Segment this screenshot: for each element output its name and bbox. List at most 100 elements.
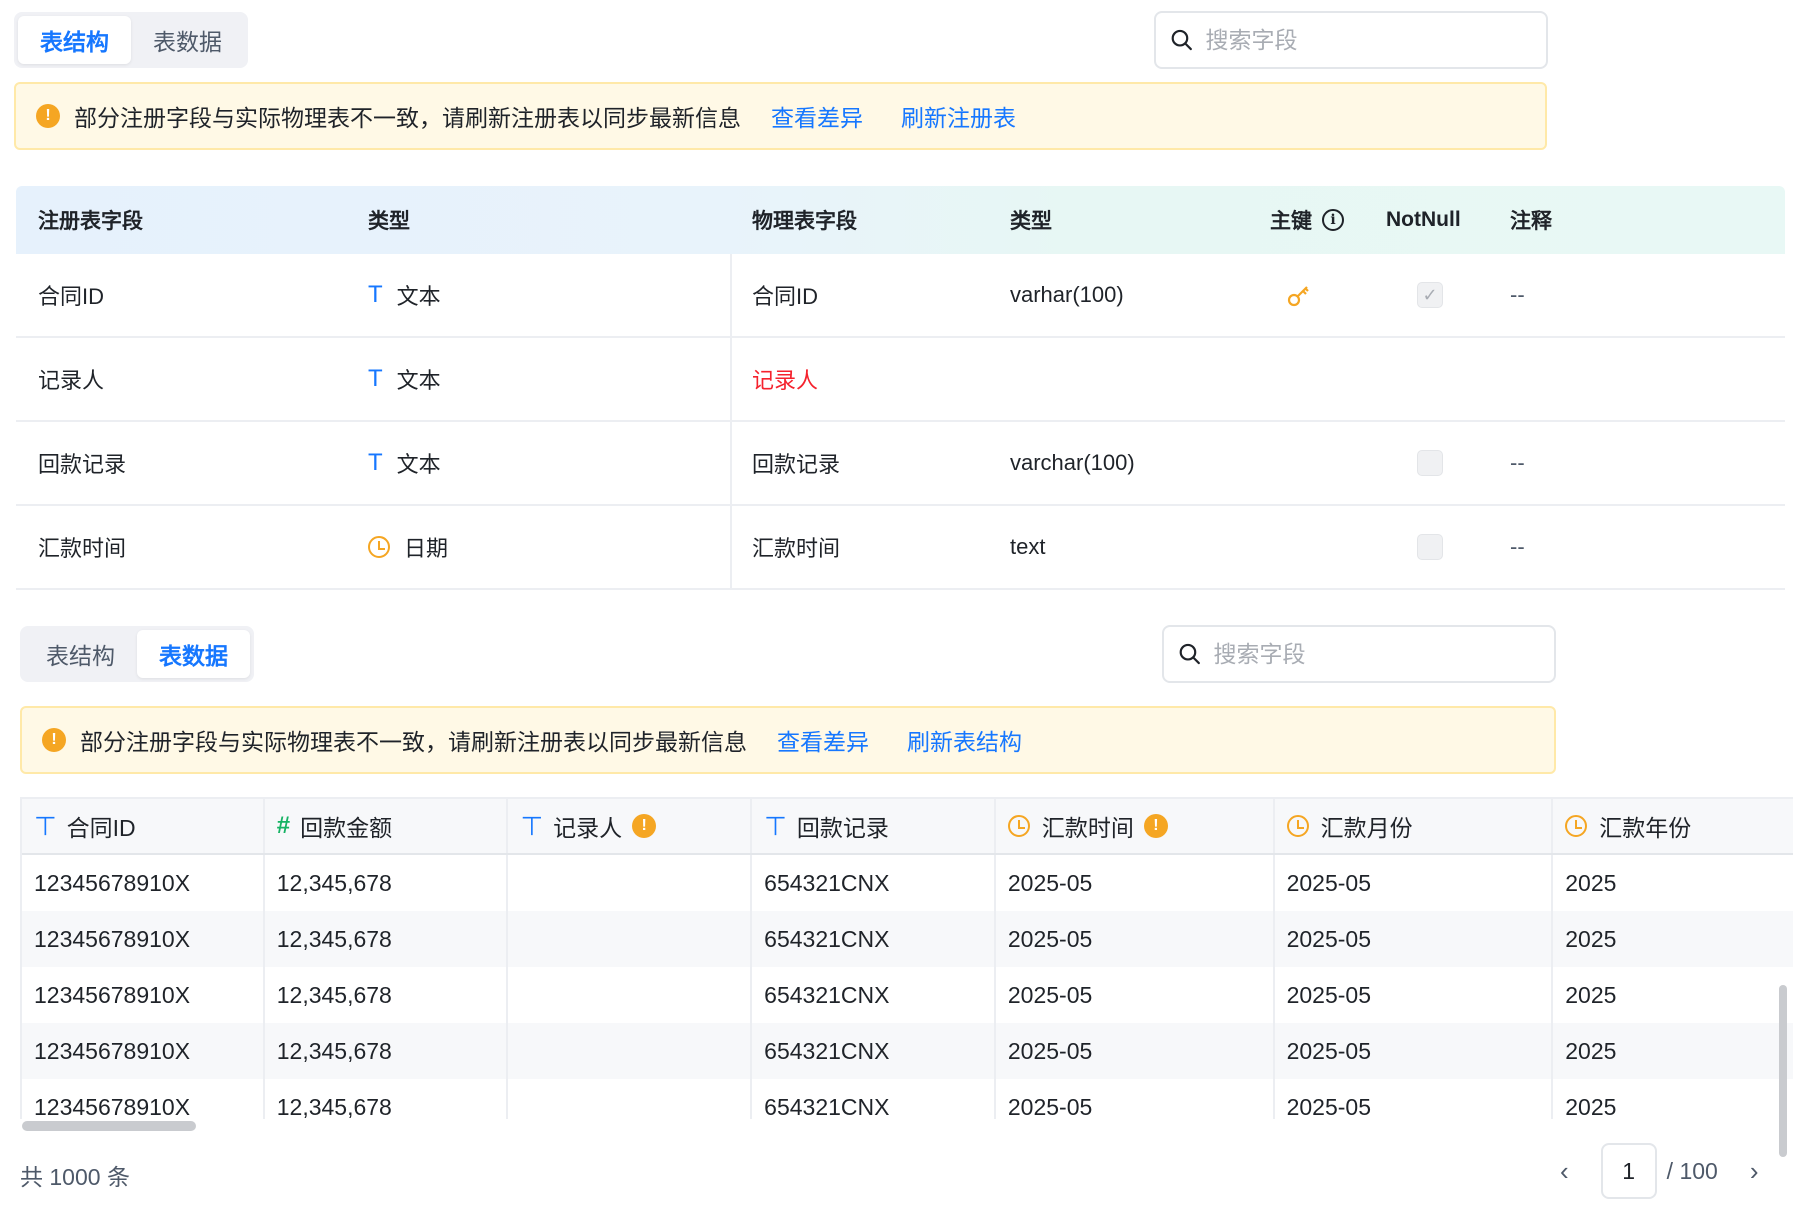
table-cell: 654321CNX	[752, 855, 996, 911]
warning-icon: !	[42, 728, 66, 752]
data-table: ⊤ 合同ID # 回款金额 ⊤ 记录人! ⊤ 回款记录 汇款时间! 汇款月份 汇款年份 …	[20, 797, 1793, 1119]
table-cell: 2025-05	[1275, 911, 1554, 967]
tab-data[interactable]: 表数据	[131, 16, 244, 64]
clock-icon	[1565, 815, 1588, 837]
notnull-checkbox[interactable]	[1417, 534, 1443, 560]
phys-type: varchar(100)	[1010, 450, 1135, 475]
column-header[interactable]: 汇款时间!	[996, 799, 1275, 853]
header-primary-key: 主键 i	[1270, 205, 1344, 235]
bottom-warning-alert: ! 部分注册字段与实际物理表不一致，请刷新注册表以同步最新信息 查看差异 刷新表…	[20, 706, 1556, 774]
text-icon: ⊤	[764, 810, 787, 841]
table-cell	[508, 1023, 753, 1079]
reg-field: 汇款时间	[38, 536, 127, 561]
table-cell: 2025	[1565, 869, 1617, 896]
bottom-tab-switch: 表结构 表数据	[20, 626, 254, 682]
column-label: 汇款时间	[1041, 815, 1134, 841]
total-count: 共 1000 条	[20, 1164, 130, 1190]
type-label: 文本	[396, 452, 441, 477]
reg-type: T 文本	[368, 363, 441, 395]
info-icon[interactable]: i	[1322, 209, 1344, 231]
comment: --	[1510, 450, 1525, 475]
column-header[interactable]: ⊤ 合同ID	[22, 799, 265, 853]
table-cell: 2025-05	[1275, 1023, 1554, 1079]
prev-page-button[interactable]: ‹	[1550, 1156, 1579, 1187]
warning-icon[interactable]: !	[632, 814, 657, 838]
table-cell: 12345678910X	[22, 967, 265, 1023]
table-row: 12345678910X 12,345,678 654321CNX 2025-0…	[22, 855, 1793, 911]
column-label: 回款金额	[300, 815, 393, 841]
top-search-input[interactable]	[1205, 26, 1546, 54]
column-header[interactable]: 汇款年份	[1553, 799, 1793, 853]
table-cell: 12345678910X	[22, 911, 265, 967]
column-header[interactable]: # 回款金额	[265, 799, 509, 853]
refresh-registry-link[interactable]: 刷新注册表	[901, 99, 1016, 133]
table-cell: 2025-05	[996, 967, 1275, 1023]
primary-key-cell	[1286, 282, 1312, 308]
warning-icon[interactable]: !	[1143, 814, 1168, 838]
column-label: 回款记录	[796, 815, 889, 841]
table-cell: 2025	[1565, 1093, 1617, 1120]
column-label: 汇款年份	[1599, 815, 1692, 841]
tab-structure[interactable]: 表结构	[18, 16, 131, 64]
view-diff-link[interactable]: 查看差异	[777, 723, 869, 757]
page-number-input[interactable]: 1	[1600, 1143, 1657, 1199]
table-cell: 2025-05	[996, 1023, 1275, 1079]
column-label: 合同ID	[66, 815, 136, 841]
search-icon	[1179, 643, 1200, 665]
pagination: ‹ 1 / 100 ›	[1550, 1143, 1769, 1199]
reg-field: 回款记录	[38, 452, 127, 477]
table-cell: 2025-05	[1275, 855, 1554, 911]
structure-table-header: 注册表字段 类型 物理表字段 类型 主键 i NotNull 注释	[16, 186, 1785, 254]
next-page-button[interactable]: ›	[1740, 1156, 1769, 1187]
tab-data[interactable]: 表数据	[137, 630, 250, 678]
phys-type: varhar(100)	[1010, 282, 1124, 307]
notnull-checkbox-checked[interactable]: ✓	[1417, 282, 1443, 308]
notnull-checkbox[interactable]	[1417, 450, 1443, 476]
top-tab-switch: 表结构 表数据	[14, 12, 248, 68]
table-cell: 2025	[1565, 981, 1617, 1008]
refresh-structure-link[interactable]: 刷新表结构	[907, 723, 1022, 757]
column-header[interactable]: 汇款月份	[1275, 799, 1554, 853]
column-header[interactable]: ⊤ 回款记录	[752, 799, 996, 853]
header-reg-type: 类型	[368, 210, 410, 233]
horizontal-scrollbar[interactable]	[22, 1121, 196, 1131]
text-type-icon: T	[368, 281, 383, 308]
table-cell: 12,345,678	[265, 1079, 509, 1119]
comment: --	[1510, 282, 1525, 307]
table-row: 合同ID T 文本 合同ID varhar(100) ✓ --	[16, 254, 1785, 338]
reg-field: 合同ID	[38, 284, 105, 309]
bottom-search-input[interactable]	[1213, 640, 1554, 668]
alert-message: 部分注册字段与实际物理表不一致，请刷新注册表以同步最新信息	[74, 105, 741, 131]
table-cell: 12,345,678	[265, 855, 509, 911]
column-label: 汇款月份	[1320, 815, 1413, 841]
warning-icon: !	[36, 104, 60, 128]
text-type-icon: T	[368, 449, 383, 476]
view-diff-link[interactable]: 查看差异	[771, 99, 863, 133]
vertical-scrollbar[interactable]	[1779, 985, 1787, 1157]
type-label: 文本	[396, 284, 441, 309]
comment: --	[1510, 534, 1525, 559]
table-cell: 2025-05	[996, 911, 1275, 967]
key-icon	[1287, 286, 1309, 307]
text-type-icon: T	[368, 365, 383, 392]
column-header[interactable]: ⊤ 记录人!	[508, 799, 753, 853]
table-cell: 12,345,678	[265, 911, 509, 967]
header-notnull: NotNull	[1386, 208, 1461, 231]
phys-field: 合同ID	[752, 284, 819, 309]
top-search-box[interactable]	[1154, 11, 1548, 69]
table-cell: 2025	[1565, 1037, 1617, 1064]
table-row: 12345678910X 12,345,678 654321CNX 2025-0…	[22, 911, 1793, 967]
tab-structure[interactable]: 表结构	[24, 630, 137, 678]
notnull-cell	[1417, 450, 1443, 476]
header-pk-label: 主键	[1270, 210, 1312, 233]
reg-field: 记录人	[38, 368, 105, 393]
alert-message: 部分注册字段与实际物理表不一致，请刷新注册表以同步最新信息	[80, 729, 747, 755]
table-cell: 654321CNX	[752, 1023, 996, 1079]
header-reg-field: 注册表字段	[38, 210, 143, 233]
table-cell	[508, 855, 753, 911]
table-cell: 2025	[1565, 925, 1617, 952]
bottom-search-box[interactable]	[1162, 625, 1556, 683]
table-cell	[508, 911, 753, 967]
reg-type: 日期	[368, 531, 448, 563]
table-row: 12345678910X 12,345,678 654321CNX 2025-0…	[22, 1079, 1793, 1119]
